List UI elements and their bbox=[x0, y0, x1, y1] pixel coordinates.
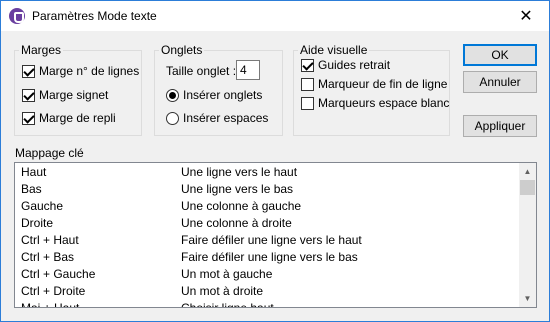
window-title: Paramètres Mode texte bbox=[32, 9, 157, 23]
table-row[interactable]: Bas Une ligne vers le bas bbox=[15, 181, 520, 198]
dialog-window: Paramètres Mode texte ✕ Marges Marge n° … bbox=[0, 0, 550, 322]
aide-visuelle-legend: Aide visuelle bbox=[300, 43, 368, 57]
checkbox-label: Guides retrait bbox=[318, 58, 391, 72]
checkbox-box[interactable] bbox=[22, 64, 35, 78]
key-cell: Bas bbox=[21, 182, 42, 196]
radio-inserer-onglets[interactable]: Insérer onglets bbox=[166, 87, 262, 103]
checkbox-marge-numeros[interactable]: Marge n° de lignes bbox=[22, 63, 139, 79]
action-cell: Une ligne vers le haut bbox=[181, 165, 298, 179]
onglets-legend: Onglets bbox=[161, 43, 203, 57]
checkbox-label: Marqueurs espace blanc bbox=[318, 96, 450, 110]
key-cell: Ctrl + Bas bbox=[21, 250, 75, 264]
action-cell: Un mot à droite bbox=[181, 284, 264, 298]
table-row[interactable]: Ctrl + Droite Un mot à droite bbox=[15, 283, 520, 300]
checkbox-box[interactable] bbox=[301, 58, 314, 72]
cancel-button[interactable]: Annuler bbox=[463, 71, 537, 93]
checkbox-label: Marge de repli bbox=[39, 111, 116, 125]
marges-legend: Marges bbox=[21, 43, 62, 57]
key-cell: Gauche bbox=[21, 199, 64, 213]
key-cell: Ctrl + Gauche bbox=[21, 267, 96, 281]
close-button[interactable]: ✕ bbox=[503, 1, 549, 31]
action-cell: Faire défiler une ligne vers le haut bbox=[181, 233, 362, 247]
apply-button[interactable]: Appliquer bbox=[463, 115, 537, 137]
checkbox-box[interactable] bbox=[22, 111, 35, 125]
checkbox-box[interactable] bbox=[301, 96, 314, 110]
app-icon bbox=[9, 8, 25, 24]
action-cell: Un mot à gauche bbox=[181, 267, 273, 281]
action-cell: Faire défiler une ligne vers le bas bbox=[181, 250, 358, 264]
table-row[interactable]: Ctrl + Gauche Un mot à gauche bbox=[15, 266, 520, 283]
table-row[interactable]: Maj + Haut Choisir ligne haut bbox=[15, 300, 520, 308]
radio-button[interactable] bbox=[166, 88, 179, 102]
tab-size-input[interactable] bbox=[236, 60, 260, 80]
checkbox-marqueur-fin-ligne[interactable]: Marqueur de fin de ligne bbox=[301, 76, 447, 92]
checkbox-label: Marqueur de fin de ligne bbox=[318, 77, 448, 91]
checkbox-label: Marge signet bbox=[39, 88, 109, 102]
table-row[interactable]: Haut Une ligne vers le haut bbox=[15, 164, 520, 181]
ok-button[interactable]: OK bbox=[463, 44, 537, 66]
key-mapping-label: Mappage clé bbox=[15, 146, 84, 160]
radio-label: Insérer onglets bbox=[183, 88, 263, 102]
title-bar[interactable]: Paramètres Mode texte ✕ bbox=[1, 1, 549, 31]
scroll-up-icon[interactable]: ▲ bbox=[519, 163, 536, 180]
action-cell: Une ligne vers le bas bbox=[181, 182, 294, 196]
action-cell: Choisir ligne haut bbox=[181, 301, 274, 308]
key-cell: Ctrl + Droite bbox=[21, 284, 86, 298]
tab-size-label: Taille onglet : bbox=[166, 64, 237, 78]
radio-label: Insérer espaces bbox=[183, 111, 269, 125]
table-row[interactable]: Gauche Une colonne à gauche bbox=[15, 198, 520, 215]
checkbox-guides-retrait[interactable]: Guides retrait bbox=[301, 57, 390, 73]
checkbox-marge-signet[interactable]: Marge signet bbox=[22, 87, 108, 103]
key-mapping-list[interactable]: Haut Une ligne vers le haut Bas Une lign… bbox=[14, 162, 537, 308]
checkbox-marge-repli[interactable]: Marge de repli bbox=[22, 110, 116, 126]
checkbox-label: Marge n° de lignes bbox=[39, 64, 140, 78]
key-cell: Maj + Haut bbox=[21, 301, 80, 308]
table-row[interactable]: Ctrl + Haut Faire défiler une ligne vers… bbox=[15, 232, 520, 249]
key-cell: Haut bbox=[21, 165, 47, 179]
checkbox-box[interactable] bbox=[301, 77, 314, 91]
key-cell: Ctrl + Haut bbox=[21, 233, 79, 247]
action-cell: Une colonne à droite bbox=[181, 216, 292, 230]
action-cell: Une colonne à gauche bbox=[181, 199, 302, 213]
key-cell: Droite bbox=[21, 216, 54, 230]
table-row[interactable]: Droite Une colonne à droite bbox=[15, 215, 520, 232]
scroll-thumb[interactable] bbox=[520, 180, 535, 195]
radio-button[interactable] bbox=[166, 111, 179, 125]
checkbox-marqueurs-espace-blanc[interactable]: Marqueurs espace blanc bbox=[301, 95, 449, 111]
radio-inserer-espaces[interactable]: Insérer espaces bbox=[166, 110, 268, 126]
table-row[interactable]: Ctrl + Bas Faire défiler une ligne vers … bbox=[15, 249, 520, 266]
checkbox-box[interactable] bbox=[22, 88, 35, 102]
vertical-scrollbar[interactable]: ▲ ▼ bbox=[519, 163, 536, 307]
scroll-down-icon[interactable]: ▼ bbox=[519, 290, 536, 307]
